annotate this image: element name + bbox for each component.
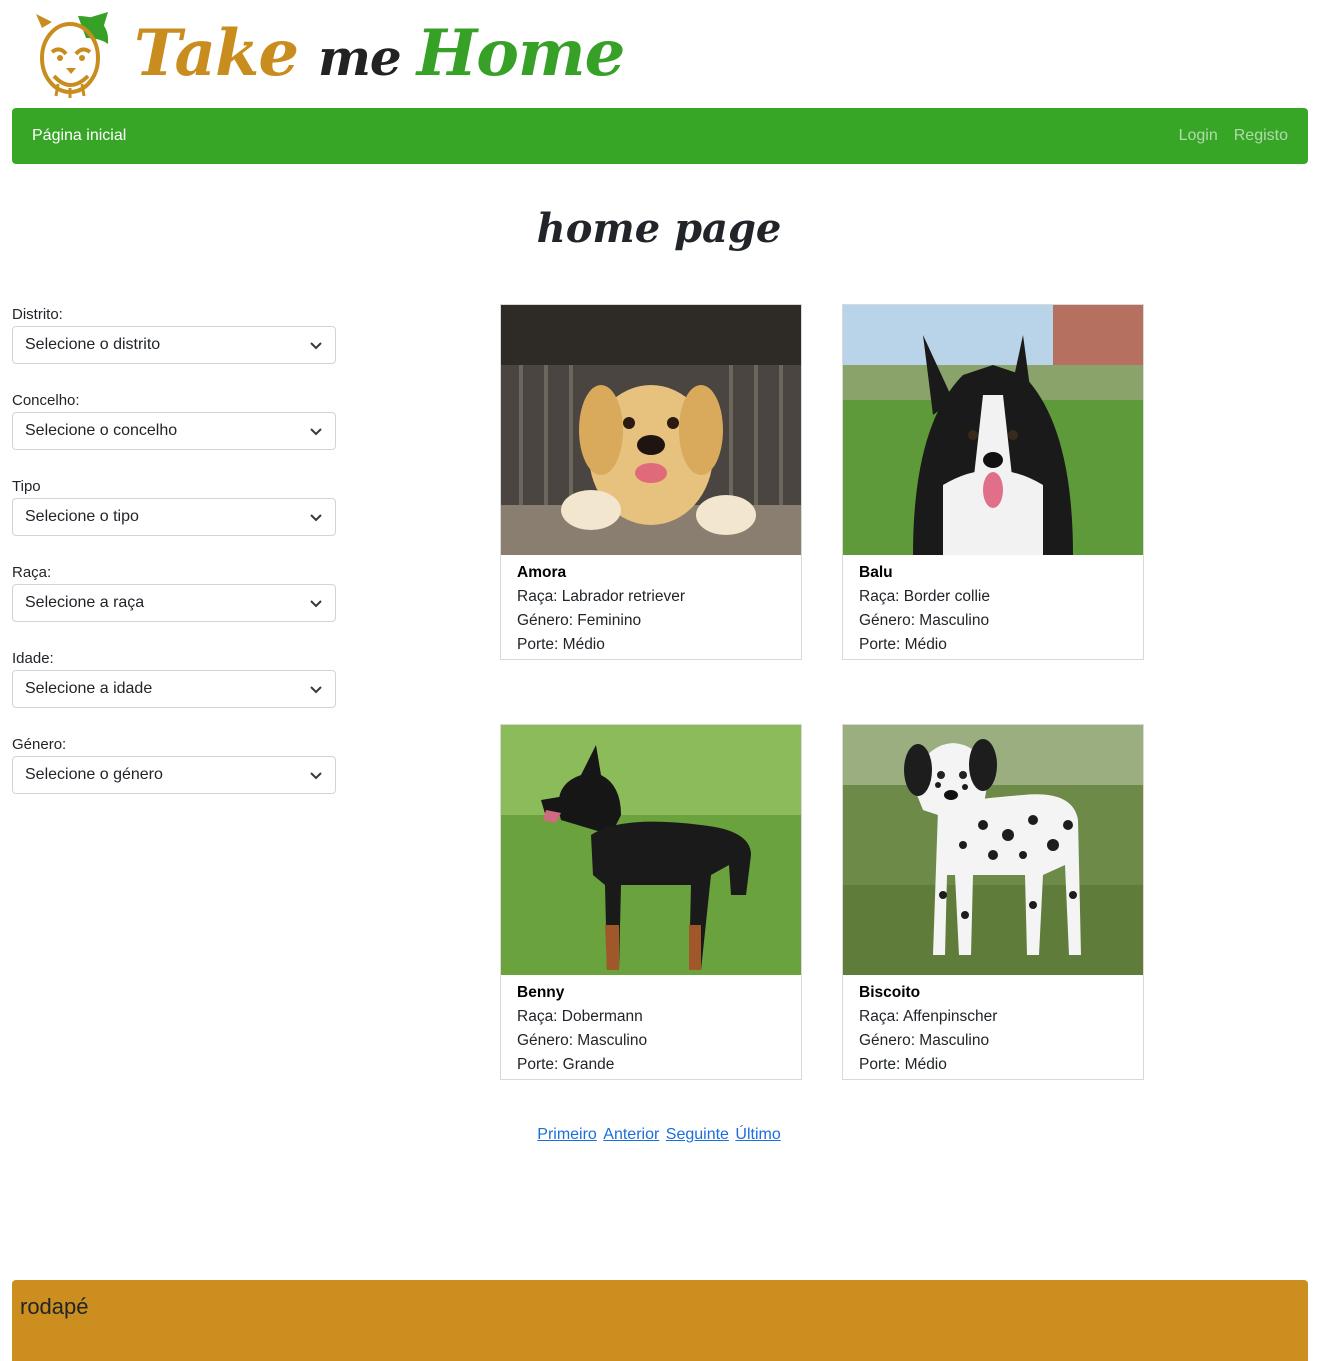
chevron-down-icon <box>310 686 322 694</box>
animal-breed: Raça: Affenpinscher <box>859 1008 998 1025</box>
chevron-down-icon <box>310 600 322 608</box>
animal-card[interactable]: Benny Raça: Dobermann Género: Masculino … <box>500 724 802 1080</box>
animal-name: Balu <box>859 564 893 581</box>
animal-size: Porte: Médio <box>859 636 947 653</box>
distrito-select[interactable]: Selecione o distrito <box>12 326 336 364</box>
logo-wordmark: Take me Home <box>134 16 626 91</box>
animal-gender: Género: Masculino <box>859 612 990 629</box>
nav-login-link[interactable]: Login <box>1179 127 1218 145</box>
card-body: Amora Raça: Labrador retriever Género: F… <box>501 555 801 663</box>
raca-select[interactable]: Selecione a raça <box>12 584 336 622</box>
card-body: Balu Raça: Border collie Género: Masculi… <box>843 555 1143 663</box>
nav-home-link[interactable]: Página inicial <box>32 127 126 145</box>
dog-cat-logo-icon <box>36 12 109 98</box>
filter-label: Género: <box>12 736 67 753</box>
tipo-select[interactable]: Selecione o tipo <box>12 498 336 536</box>
filter-distrito: Distrito: Selecione o distrito <box>12 304 336 366</box>
dalmatian-photo <box>843 725 1143 975</box>
footer-text: rodapé <box>20 1294 89 1319</box>
filter-label: Raça: <box>12 564 52 581</box>
page-title: home page <box>536 205 782 252</box>
select-value: Selecione o concelho <box>25 422 178 439</box>
animal-breed: Raça: Border collie <box>859 588 990 605</box>
filter-label: Concelho: <box>12 392 80 409</box>
chevron-down-icon <box>310 342 322 350</box>
filter-genero: Género: Selecione o género <box>12 734 336 796</box>
pagination-first-link[interactable]: Primeiro <box>537 1126 597 1143</box>
chevron-down-icon <box>310 772 322 780</box>
animal-name: Biscoito <box>859 984 921 1001</box>
filter-concelho: Concelho: Selecione o concelho <box>12 390 336 452</box>
filters-panel: Distrito: Selecione o distrito Concelho:… <box>12 304 336 820</box>
animal-breed: Raça: Labrador retriever <box>517 588 685 605</box>
golden-dog-photo <box>501 305 801 555</box>
animal-gender: Género: Feminino <box>517 612 642 629</box>
filter-tipo: Tipo Selecione o tipo <box>12 476 336 538</box>
select-value: Selecione o distrito <box>25 336 161 353</box>
filter-label: Idade: <box>12 650 54 667</box>
genero-select[interactable]: Selecione o género <box>12 756 336 794</box>
pagination-prev-link[interactable]: Anterior <box>603 1126 659 1143</box>
nav-right-group: Login Registo <box>1179 127 1288 145</box>
filter-label: Distrito: <box>12 306 63 323</box>
logo-word-home: Home <box>416 16 626 91</box>
select-value: Selecione o género <box>25 766 163 783</box>
animal-gender: Género: Masculino <box>859 1032 990 1049</box>
card-body: Benny Raça: Dobermann Género: Masculino … <box>501 975 801 1083</box>
main-navbar: Página inicial Login Registo <box>12 108 1308 164</box>
logo-word-me: me <box>318 28 402 87</box>
site-logo[interactable]: Take me Home <box>30 6 626 102</box>
pagination: Primeiro Anterior Seguinte Último <box>0 1126 1318 1144</box>
card-body: Biscoito Raça: Affenpinscher Género: Mas… <box>843 975 1143 1083</box>
nav-register-link[interactable]: Registo <box>1234 127 1288 145</box>
pagination-last-link[interactable]: Último <box>735 1126 780 1143</box>
concelho-select[interactable]: Selecione o concelho <box>12 412 336 450</box>
animal-card[interactable]: Amora Raça: Labrador retriever Género: F… <box>500 304 802 660</box>
chevron-down-icon <box>310 428 322 436</box>
animal-size: Porte: Grande <box>517 1056 615 1073</box>
select-value: Selecione o tipo <box>25 508 139 525</box>
animal-size: Porte: Médio <box>517 636 605 653</box>
footer: rodapé <box>12 1280 1308 1361</box>
pagination-next-link[interactable]: Seguinte <box>666 1126 729 1143</box>
select-value: Selecione a idade <box>25 680 153 697</box>
idade-select[interactable]: Selecione a idade <box>12 670 336 708</box>
filter-label: Tipo <box>12 478 41 495</box>
animal-gender: Género: Masculino <box>517 1032 648 1049</box>
animal-card[interactable]: Biscoito Raça: Affenpinscher Género: Mas… <box>842 724 1144 1080</box>
animal-size: Porte: Médio <box>859 1056 947 1073</box>
animal-card[interactable]: Balu Raça: Border collie Género: Masculi… <box>842 304 1144 660</box>
animal-name: Benny <box>517 984 565 1001</box>
select-value: Selecione a raça <box>25 594 145 611</box>
logo-word-take: Take <box>134 16 299 91</box>
animal-breed: Raça: Dobermann <box>517 1008 643 1025</box>
border-collie-photo <box>843 305 1143 555</box>
filter-raca: Raça: Selecione a raça <box>12 562 336 624</box>
filter-idade: Idade: Selecione a idade <box>12 648 336 710</box>
chevron-down-icon <box>310 514 322 522</box>
animal-name: Amora <box>517 564 567 581</box>
doberman-photo <box>501 725 801 975</box>
